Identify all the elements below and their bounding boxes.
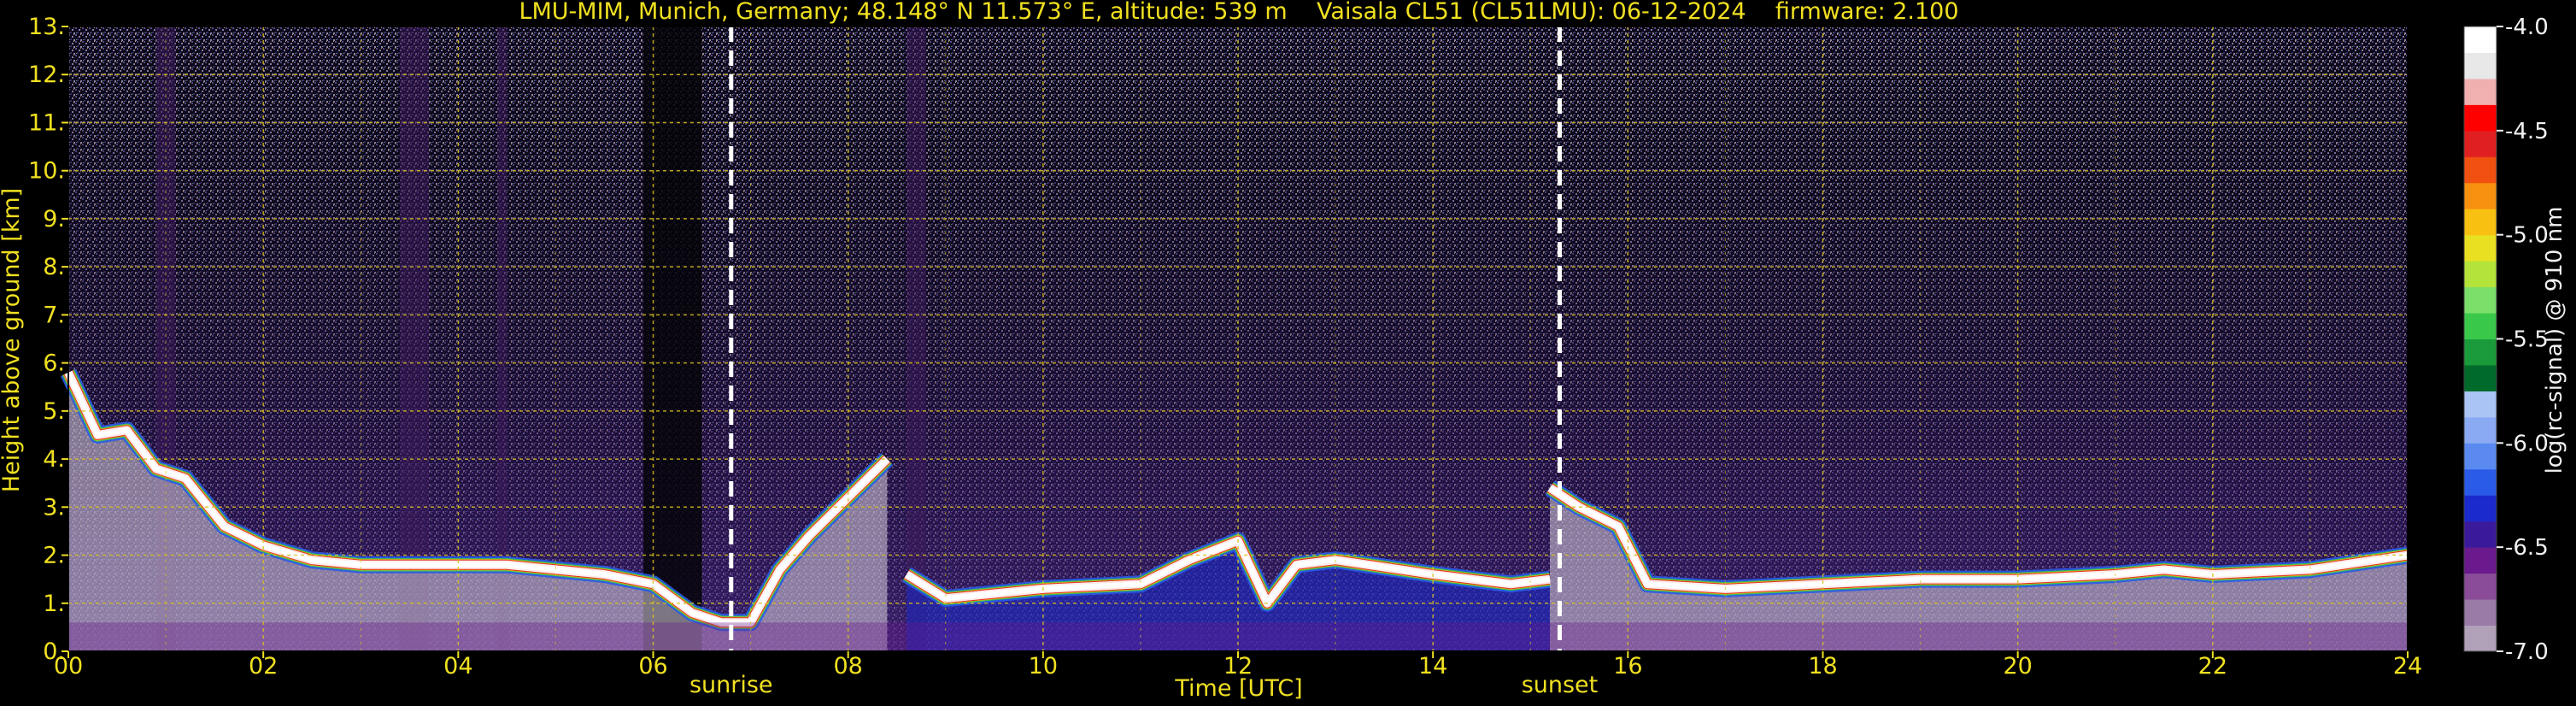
y-tick-label: 4. [43, 446, 65, 473]
y-tick-label: 2. [43, 543, 65, 569]
x-axis-label: Time [UTC] [1174, 675, 1302, 702]
colorbar-segment [2464, 599, 2497, 627]
y-tick-label: 7. [43, 302, 65, 328]
colorbar-segment [2464, 468, 2497, 496]
x-tick-label: 04 [443, 653, 472, 680]
colorbar: -4.0-4.5-5.0-5.5-6.0-6.5-7.0 [2463, 15, 2549, 665]
x-tick-label: 16 [1613, 653, 1642, 680]
colorbar-segment [2464, 313, 2497, 339]
colorbar-segment [2464, 338, 2497, 366]
y-tick-label: 1. [43, 591, 65, 617]
colorbar-segment [2464, 573, 2497, 600]
sunset-label: sunset [1522, 672, 1599, 698]
colorbar-segment [2464, 364, 2497, 391]
y-axis-label: Height above ground [km] [0, 188, 25, 492]
colorbar-label: log(rc-signal) @ 910 nm [2542, 207, 2567, 474]
y-tick-label: 5. [43, 398, 65, 425]
colorbar-segment [2464, 104, 2497, 132]
colorbar-segment [2464, 78, 2497, 105]
y-tick-label: 11. [28, 109, 65, 136]
x-tick-label: 06 [638, 653, 667, 680]
colorbar-segment [2464, 286, 2497, 314]
signal-column [907, 26, 926, 651]
x-tick-label: 10 [1029, 653, 1058, 680]
y-tick-label: 0. [43, 638, 65, 665]
colorbar-segment [2464, 495, 2497, 522]
colorbar-segment [2464, 391, 2497, 418]
y-tick-label: 13. [28, 14, 65, 40]
colorbar-segment [2464, 52, 2497, 79]
colorbar-tick-label: -7.0 [2505, 639, 2549, 665]
colorbar-segment [2464, 625, 2497, 652]
y-tick-label: 8. [43, 254, 65, 280]
y-tick-label: 12. [28, 62, 65, 88]
colorbar-tick-label: -4.0 [2505, 15, 2549, 40]
colorbar-segment [2464, 26, 2497, 53]
x-tick-label: 02 [249, 653, 278, 680]
x-tick-label: 14 [1418, 653, 1447, 680]
colorbar-segment [2464, 234, 2497, 262]
colorbar-segment [2464, 130, 2497, 157]
colorbar-tick-label: -6.5 [2505, 535, 2549, 561]
x-tick-label: 08 [833, 653, 862, 680]
x-tick-label: 18 [1808, 653, 1837, 680]
y-tick-label: 6. [43, 350, 65, 377]
y-tick-label: 3. [43, 494, 65, 521]
colorbar-segment [2464, 209, 2497, 236]
colorbar-segment [2464, 156, 2497, 184]
y-tick-label: 10. [28, 158, 65, 185]
x-tick-label: 24 [2393, 653, 2422, 680]
signal-column [643, 26, 702, 651]
colorbar-segment [2464, 261, 2497, 288]
chart-title: LMU-MIM, Munich, Germany; 48.148° N 11.5… [519, 0, 1958, 25]
colorbar-segment [2464, 416, 2497, 444]
x-tick-label: 22 [2198, 653, 2227, 680]
y-tick-label: 9. [43, 206, 65, 232]
colorbar-segment [2464, 443, 2497, 470]
colorbar-segment [2464, 521, 2497, 548]
colorbar-segment [2464, 547, 2497, 574]
x-tick-label: 20 [2003, 653, 2032, 680]
colorbar-segment [2464, 182, 2497, 209]
sunrise-label: sunrise [689, 672, 773, 698]
colorbar-tick-label: -4.5 [2505, 119, 2549, 144]
ceilometer-chart: sunrise sunset 00 02 04 06 08 10 12 14 16 18 20 22 24… [0, 0, 2567, 702]
